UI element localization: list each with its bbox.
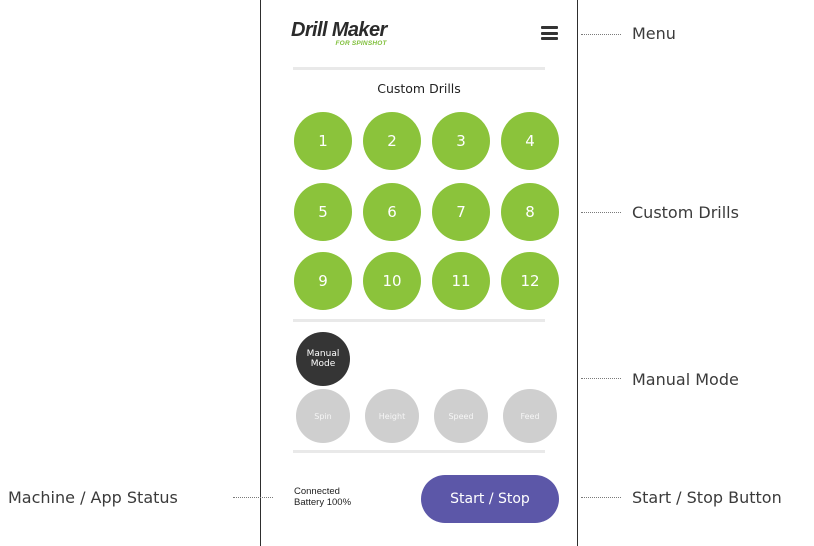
- feed-control[interactable]: Feed: [503, 389, 557, 443]
- manual-mode-button[interactable]: Manual Mode: [296, 332, 350, 386]
- custom-drills-leader-line: [581, 212, 621, 213]
- drill-button[interactable]: 3: [432, 112, 490, 170]
- manual-mode-callout: Manual Mode: [632, 370, 739, 389]
- status-callout: Machine / App Status: [8, 488, 178, 507]
- spin-control[interactable]: Spin: [296, 389, 350, 443]
- custom-drills-callout: Custom Drills: [632, 203, 739, 222]
- connection-status: Connected: [294, 486, 340, 497]
- drill-button[interactable]: 12: [501, 252, 559, 310]
- drill-button[interactable]: 2: [363, 112, 421, 170]
- drill-button[interactable]: 4: [501, 112, 559, 170]
- menu-callout: Menu: [632, 24, 676, 43]
- drill-button[interactable]: 5: [294, 183, 352, 241]
- speed-control[interactable]: Speed: [434, 389, 488, 443]
- drill-button[interactable]: 7: [432, 183, 490, 241]
- start-stop-leader-line: [581, 497, 621, 498]
- start-stop-button[interactable]: Start / Stop: [421, 475, 559, 523]
- status-leader-line: [233, 497, 273, 498]
- drill-button[interactable]: 11: [432, 252, 490, 310]
- drill-button[interactable]: 8: [501, 183, 559, 241]
- custom-drills-grid: 1 2 3 4 5 6 7 8 9 10 11 12: [261, 0, 577, 546]
- drill-button[interactable]: 1: [294, 112, 352, 170]
- manual-mode-leader-line: [581, 378, 621, 379]
- manual-mode-label-line1: Manual: [306, 349, 340, 359]
- menu-leader-line: [581, 34, 621, 35]
- drill-button[interactable]: 10: [363, 252, 421, 310]
- drills-divider: [293, 319, 545, 322]
- height-control[interactable]: Height: [365, 389, 419, 443]
- battery-status: Battery 100%: [294, 497, 352, 508]
- manual-divider: [293, 450, 545, 453]
- drill-button[interactable]: 6: [363, 183, 421, 241]
- phone-screen: Drill Maker FOR SPINSHOT Custom Drills 1…: [260, 0, 578, 546]
- manual-mode-label-line2: Mode: [310, 359, 336, 369]
- machine-status: Connected Battery 100%: [294, 486, 351, 508]
- start-stop-callout: Start / Stop Button: [632, 488, 782, 507]
- drill-button[interactable]: 9: [294, 252, 352, 310]
